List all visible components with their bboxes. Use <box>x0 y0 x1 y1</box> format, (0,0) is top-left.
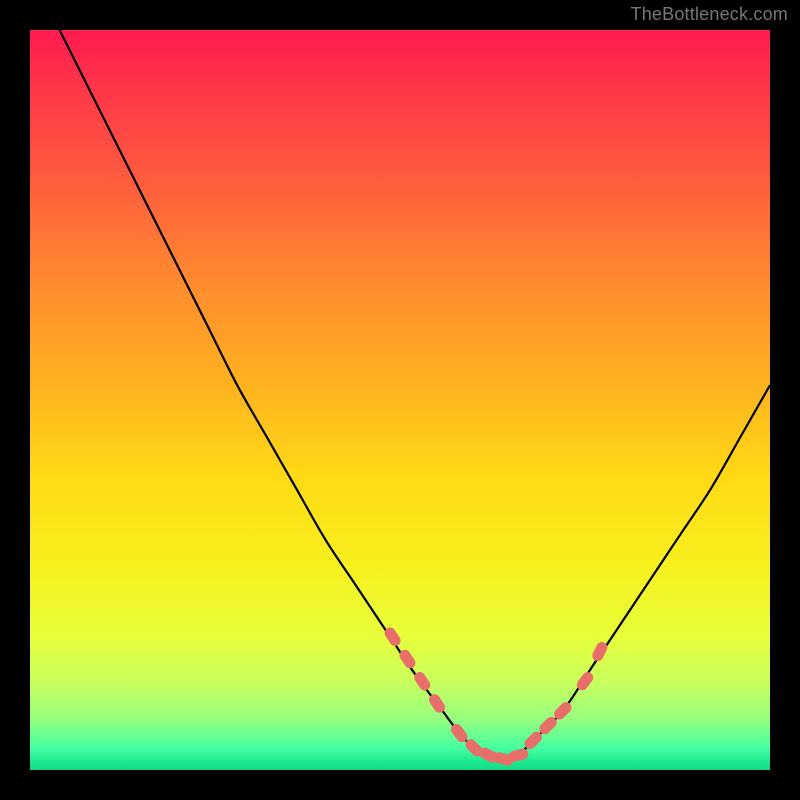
bottleneck-curve <box>60 30 770 759</box>
highlight-markers <box>382 625 609 766</box>
watermark: TheBottleneck.com <box>631 4 788 25</box>
chart-frame: TheBottleneck.com <box>0 0 800 800</box>
curve-overlay <box>30 30 770 770</box>
highlight-marker <box>507 747 529 763</box>
plot-area <box>30 30 770 770</box>
